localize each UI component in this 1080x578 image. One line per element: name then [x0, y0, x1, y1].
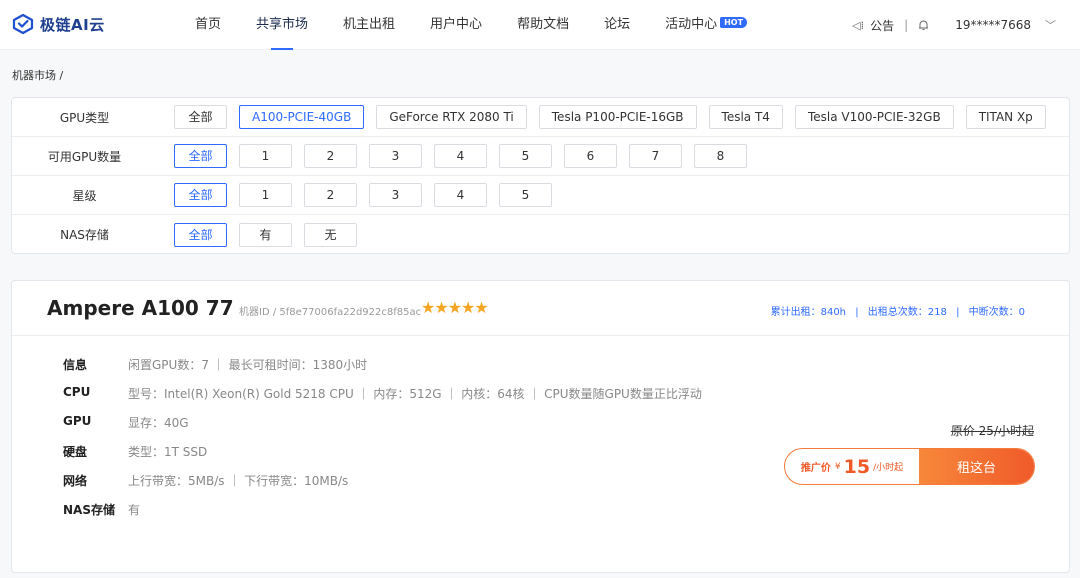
nav-forum[interactable]: 论坛 — [604, 0, 630, 50]
nav-help-docs[interactable]: 帮助文档 — [517, 0, 569, 50]
filter-panel: GPU类型 全部 A100-PCIE-40GB GeForce RTX 2080… — [11, 97, 1070, 254]
filter-row-gpu-count: 可用GPU数量 全部 1 2 3 4 5 6 7 8 — [12, 137, 1069, 176]
promo-label: 推广价 — [800, 463, 831, 474]
promo-price: 推广价 ¥ 15 /小时起 — [785, 449, 919, 484]
machine-card-header: Ampere A100 77 机器ID / 5f8e77006fa22d922c… — [12, 281, 1069, 336]
filter-row-rating: 星级 全部 1 2 3 4 5 — [12, 176, 1069, 215]
announcement-icon: ◁⁞ — [852, 18, 865, 32]
logo-text: 极链AI云 — [40, 15, 105, 34]
filter-option[interactable]: 有 — [239, 222, 292, 247]
total-rent-hours: 累计出租：840h — [770, 307, 847, 318]
filter-option[interactable]: 全部 — [174, 105, 227, 129]
filter-options: 全部 1 2 3 4 5 6 7 8 — [174, 144, 759, 168]
filter-row-nas: NAS存储 全部 有 无 — [12, 215, 1069, 254]
stats-separator: | — [855, 307, 859, 318]
filter-option-selected[interactable]: A100-PCIE-40GB — [239, 105, 365, 129]
nav-shared-market[interactable]: 共享市场 — [256, 0, 308, 50]
filter-label: 星级 — [72, 188, 97, 203]
promo-price-value: 15 — [843, 455, 871, 478]
user-account[interactable]: 19*****7668 — [955, 18, 1031, 32]
filter-option[interactable]: 1 — [239, 183, 292, 207]
announcement-link[interactable]: 公告 — [870, 17, 894, 34]
nav-home[interactable]: 首页 — [195, 0, 221, 50]
filter-option[interactable]: 2 — [304, 144, 357, 168]
filter-option[interactable]: 6 — [564, 144, 617, 168]
spec-key: 硬盘 — [63, 445, 88, 459]
spec-value: 上行带宽：5MB/s ｜ 下行带宽：10MB/s — [128, 474, 349, 488]
logo-icon — [12, 13, 34, 35]
filter-option[interactable]: Tesla P100-PCIE-16GB — [538, 105, 697, 129]
spec-key: CPU — [63, 385, 91, 399]
filter-options: 全部 有 无 — [174, 222, 369, 247]
spec-value: 型号：Intel(R) Xeon(R) Gold 5218 CPU ｜ 内存：5… — [128, 387, 702, 401]
logo[interactable]: 极链AI云 — [12, 13, 105, 35]
filter-label: GPU类型 — [59, 110, 110, 125]
currency-symbol: ¥ — [834, 461, 841, 472]
filter-option[interactable]: 2 — [304, 183, 357, 207]
spec-row-nas: NAS存储 有 — [63, 501, 140, 518]
filter-option[interactable]: 7 — [629, 144, 682, 168]
filter-options: 全部 1 2 3 4 5 — [174, 183, 564, 207]
nav-owner-rent[interactable]: 机主出租 — [343, 0, 395, 50]
spec-row-info: 信息 闲置GPU数：7 ｜ 最长可租时间：1380小时 — [63, 356, 367, 373]
filter-option[interactable]: 4 — [434, 183, 487, 207]
spec-key: 信息 — [63, 358, 88, 372]
spec-key: 网络 — [63, 474, 88, 488]
filter-label: 可用GPU数量 — [47, 149, 122, 164]
filter-option[interactable]: Tesla V100-PCIE-32GB — [794, 105, 954, 129]
filter-option[interactable]: Tesla T4 — [708, 105, 783, 129]
spec-value: 类型：1T SSD — [128, 445, 208, 459]
filter-option[interactable]: 无 — [304, 222, 357, 247]
filter-option[interactable]: 8 — [694, 144, 747, 168]
filter-options: 全部 A100-PCIE-40GB GeForce RTX 2080 Ti Te… — [174, 105, 1058, 129]
top-header: 极链AI云 首页 共享市场 机主出租 用户中心 帮助文档 论坛 活动中心 HOT … — [0, 0, 1080, 50]
machine-id: 机器ID / 5f8e77006fa22d922c8f85ac — [239, 307, 422, 318]
filter-option[interactable]: 4 — [434, 144, 487, 168]
original-price: 原价 25/小时起 — [950, 424, 1034, 438]
rent-button[interactable]: 租这台 — [919, 449, 1034, 484]
rent-count: 出租总次数：218 — [867, 307, 947, 318]
spec-value: 显存：40G — [128, 416, 189, 430]
spec-row-cpu: CPU 型号：Intel(R) Xeon(R) Gold 5218 CPU ｜ … — [63, 385, 702, 402]
interrupt-count: 中断次数：0 — [968, 307, 1025, 318]
breadcrumb[interactable]: 机器市场 / — [12, 67, 63, 83]
filter-option[interactable]: TITAN Xp — [965, 105, 1046, 129]
bell-icon[interactable] — [918, 19, 929, 31]
filter-option[interactable]: 5 — [499, 183, 552, 207]
price-box: 推广价 ¥ 15 /小时起 租这台 — [784, 448, 1035, 485]
nav-activity-label: 活动中心 — [665, 17, 718, 32]
header-separator: | — [904, 18, 909, 32]
filter-row-gpu-type: GPU类型 全部 A100-PCIE-40GB GeForce RTX 2080… — [12, 98, 1069, 137]
nav-activity-center[interactable]: 活动中心 HOT — [665, 0, 748, 50]
machine-card: Ampere A100 77 机器ID / 5f8e77006fa22d922c… — [11, 280, 1070, 573]
nav-user-center[interactable]: 用户中心 — [430, 0, 482, 50]
filter-option[interactable]: 5 — [499, 144, 552, 168]
hot-badge: HOT — [720, 17, 748, 28]
filter-option-selected[interactable]: 全部 — [174, 144, 227, 168]
filter-label: NAS存储 — [60, 228, 109, 242]
header-right: ◁⁞ 公告 | 19*****7668 ﹀ — [852, 0, 1056, 50]
machine-title: Ampere A100 77 — [47, 296, 234, 320]
main-nav: 首页 共享市场 机主出租 用户中心 帮助文档 论坛 活动中心 HOT — [195, 0, 748, 50]
filter-option-selected[interactable]: 全部 — [174, 183, 227, 207]
chevron-down-icon[interactable]: ﹀ — [1045, 17, 1056, 33]
filter-option-selected[interactable]: 全部 — [174, 222, 227, 247]
spec-value: 闲置GPU数：7 ｜ 最长可租时间：1380小时 — [128, 358, 368, 372]
filter-option[interactable]: 1 — [239, 144, 292, 168]
filter-option[interactable]: 3 — [369, 183, 422, 207]
machine-stats: 累计出租：840h | 出租总次数：218 | 中断次数：0 — [771, 303, 1025, 318]
stats-separator: | — [956, 307, 960, 318]
spec-value: 有 — [128, 503, 141, 517]
spec-row-network: 网络 上行带宽：5MB/s ｜ 下行带宽：10MB/s — [63, 472, 348, 489]
spec-key: NAS存储 — [63, 503, 115, 517]
promo-price-unit: /小时起 — [873, 463, 904, 473]
spec-row-gpu: GPU 显存：40G — [63, 414, 189, 431]
filter-option[interactable]: GeForce RTX 2080 Ti — [376, 105, 527, 129]
star-rating: ★★★★★ — [421, 298, 489, 317]
filter-option[interactable]: 3 — [369, 144, 422, 168]
spec-row-disk: 硬盘 类型：1T SSD — [63, 443, 207, 460]
spec-key: GPU — [63, 414, 92, 428]
